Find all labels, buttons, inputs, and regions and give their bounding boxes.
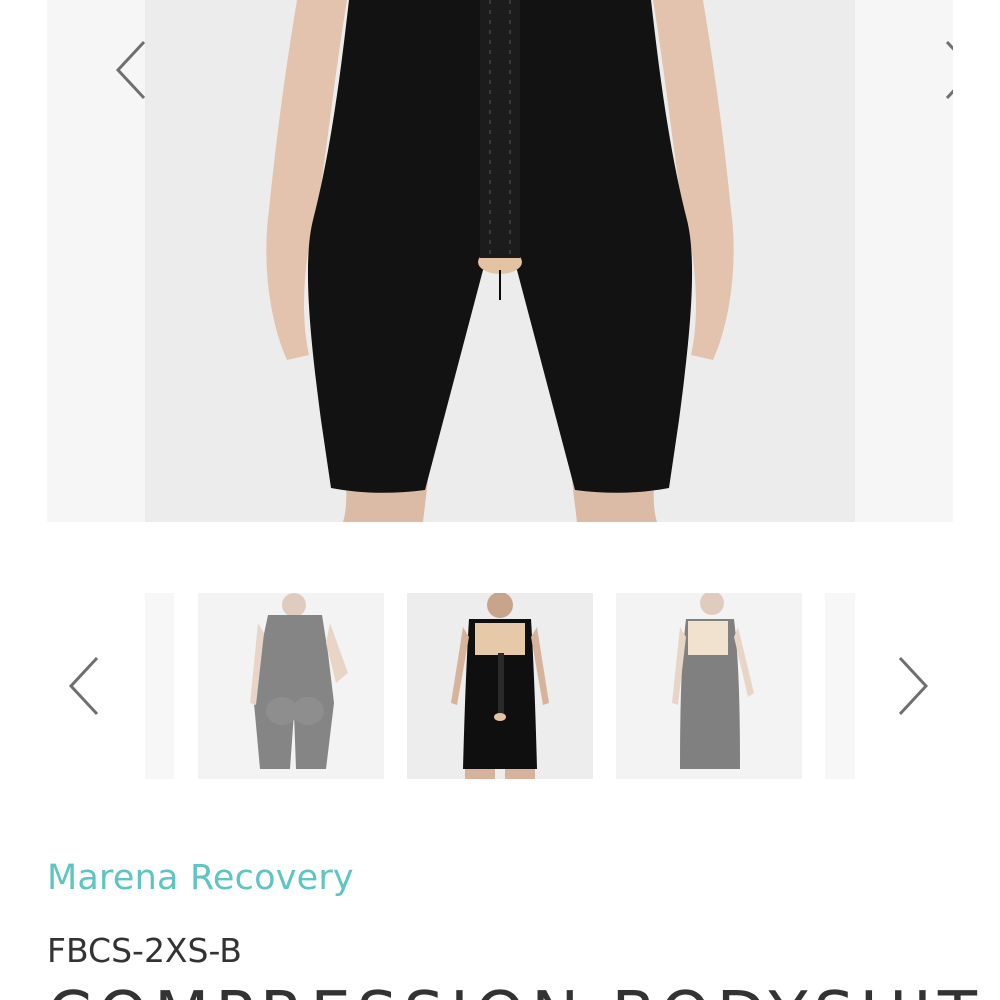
chevron-right-icon	[945, 40, 953, 100]
thumbnail-partial-right[interactable]	[825, 593, 855, 779]
chevron-right-icon	[898, 656, 929, 716]
product-sku: FBCS-2XS-B	[47, 931, 242, 970]
thumbnail-front-view-selected[interactable]	[407, 593, 593, 779]
product-title: COMPRESSION BODYSUIT	[47, 984, 983, 1000]
thumbnail-partial-left[interactable]	[145, 593, 174, 779]
thumbnails-prev-arrow[interactable]	[64, 654, 104, 718]
thumbnail-angle-view[interactable]	[616, 593, 802, 779]
hero-next-arrow[interactable]	[940, 38, 953, 102]
main-product-image[interactable]	[47, 0, 953, 522]
brand-link[interactable]: Marena Recovery	[47, 858, 354, 898]
thumbnails-next-arrow[interactable]	[893, 654, 933, 718]
bodysuit-photo	[145, 0, 855, 522]
product-page: Marena Recovery FBCS-2XS-B COMPRESSION B…	[0, 0, 1000, 1000]
chevron-left-icon	[115, 40, 146, 100]
chevron-left-icon	[68, 656, 99, 716]
hero-prev-arrow[interactable]	[111, 38, 151, 102]
thumbnail-back-view[interactable]	[198, 593, 384, 779]
